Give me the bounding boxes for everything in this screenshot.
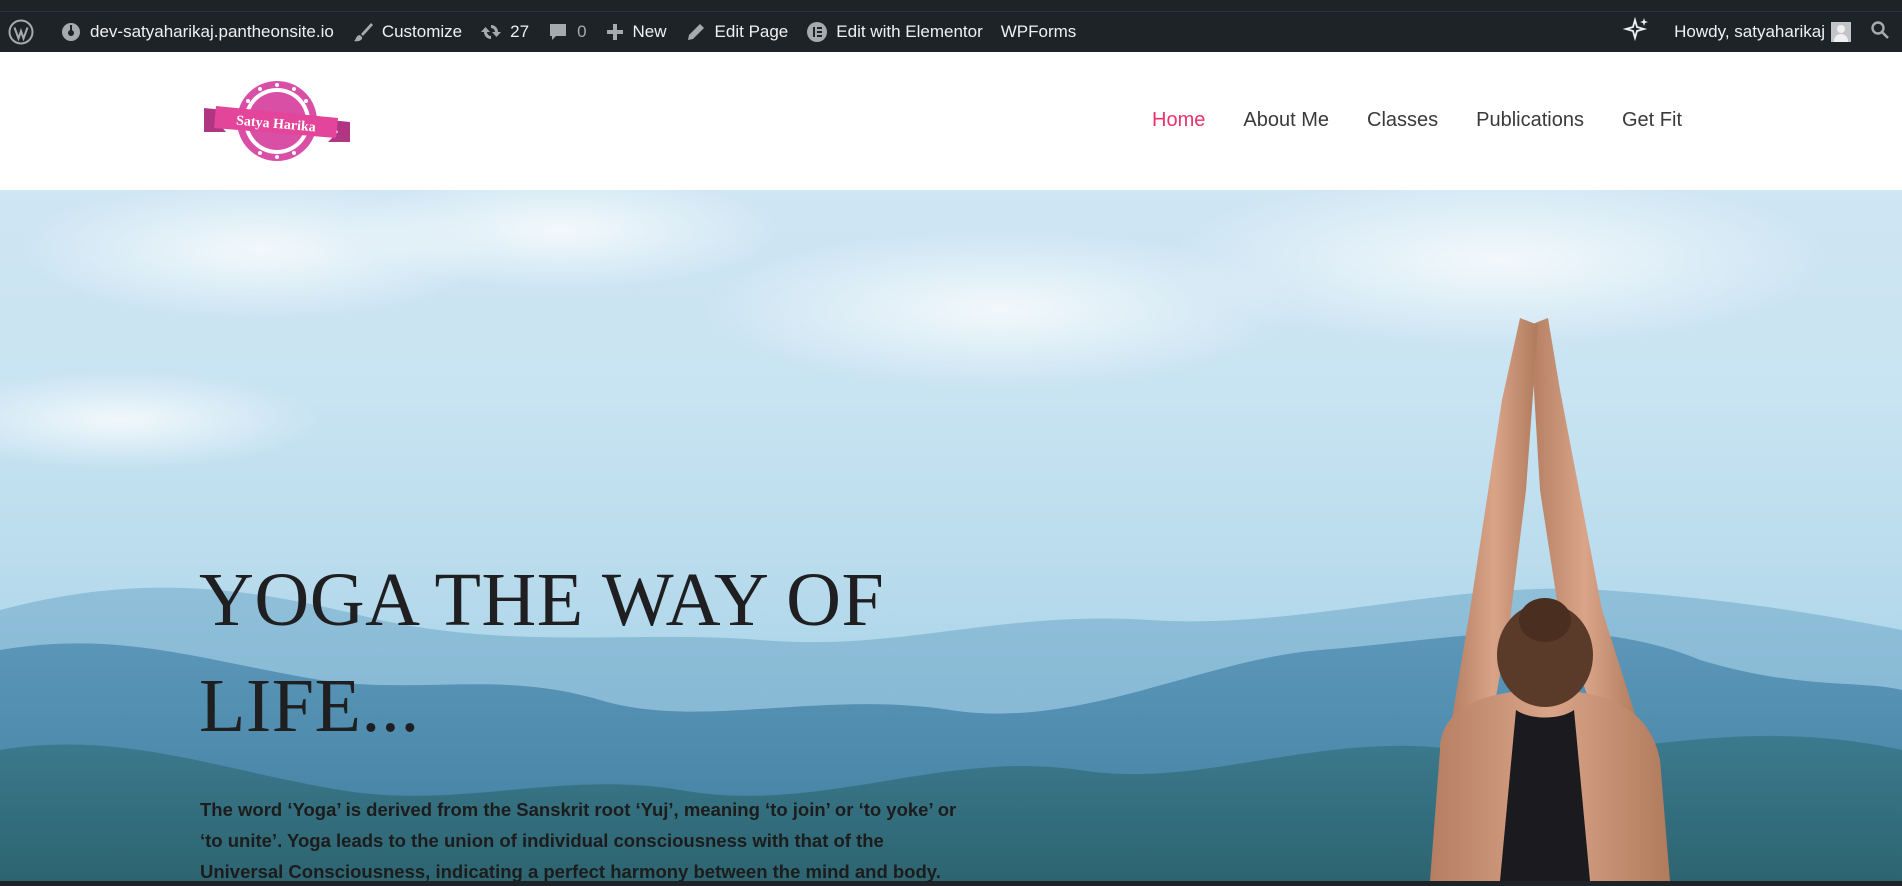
comments-count: 0	[577, 22, 587, 41]
new-label: New	[632, 22, 667, 41]
nav-item-classes[interactable]: Classes	[1367, 109, 1438, 132]
updates-link[interactable]: 27	[471, 12, 538, 52]
window-top-strip	[0, 0, 1902, 12]
nav-item-about-me[interactable]: About Me	[1243, 109, 1329, 132]
hero-description: The word ‘Yoga’ is derived from the Sans…	[200, 799, 957, 881]
updates-count: 27	[510, 22, 530, 41]
account-menu[interactable]: Howdy, satyaharikaj	[1665, 12, 1860, 52]
plus-icon	[605, 22, 625, 42]
search-icon	[1870, 20, 1890, 45]
site-name: dev-satyaharikaj.pantheonsite.io	[90, 22, 334, 41]
edit-page-label: Edit Page	[714, 22, 789, 41]
site-logo[interactable]: Satya Harika	[202, 76, 352, 168]
edit-with-elementor-link[interactable]: Edit with Elementor	[797, 12, 991, 52]
sparkle-icon	[1622, 16, 1651, 49]
primary-navigation: Home About Me Classes Publications Get F…	[1152, 109, 1682, 132]
customize-link[interactable]: Customize	[343, 12, 471, 52]
paintbrush-icon	[352, 21, 374, 43]
nav-item-home[interactable]: Home	[1152, 109, 1205, 132]
ai-assistant-button[interactable]	[1614, 12, 1665, 52]
updates-icon	[480, 21, 502, 43]
pencil-icon	[685, 21, 707, 43]
wp-admin-bar: dev-satyaharikaj.pantheonsite.io Customi…	[0, 12, 1902, 52]
nav-item-get-fit[interactable]: Get Fit	[1622, 109, 1682, 132]
site-header: Satya Harika Home About Me Classes Publi…	[0, 52, 1902, 190]
hero-section: YOGA THE WAY OF LIFE... The word ‘Yoga’ …	[0, 190, 1902, 881]
admin-bar-secondary: Howdy, satyaharikaj	[1614, 12, 1902, 52]
bottom-edge	[0, 881, 1902, 886]
customize-label: Customize	[381, 22, 463, 41]
wpforms-link[interactable]: WPForms	[992, 12, 1086, 52]
search-button[interactable]	[1860, 12, 1902, 52]
logo-badge-icon: Satya Harika	[204, 81, 350, 161]
dashboard-icon	[60, 21, 82, 43]
edit-with-elementor-label: Edit with Elementor	[836, 22, 983, 41]
avatar	[1831, 22, 1851, 42]
hero-background-image	[0, 190, 1902, 881]
wordpress-icon	[8, 19, 34, 45]
hero-title: YOGA THE WAY OF LIFE...	[199, 558, 885, 748]
edit-page-link[interactable]: Edit Page	[676, 12, 798, 52]
site-name-link[interactable]: dev-satyaharikaj.pantheonsite.io	[51, 12, 343, 52]
nav-item-publications[interactable]: Publications	[1476, 109, 1584, 132]
new-content-link[interactable]: New	[596, 12, 676, 52]
howdy-label: Howdy, satyaharikaj	[1674, 22, 1825, 41]
comment-icon	[547, 21, 569, 43]
comments-link[interactable]: 0	[538, 12, 595, 52]
wpforms-label: WPForms	[1000, 22, 1077, 41]
elementor-icon	[806, 21, 828, 43]
wordpress-logo-menu[interactable]	[0, 12, 51, 52]
